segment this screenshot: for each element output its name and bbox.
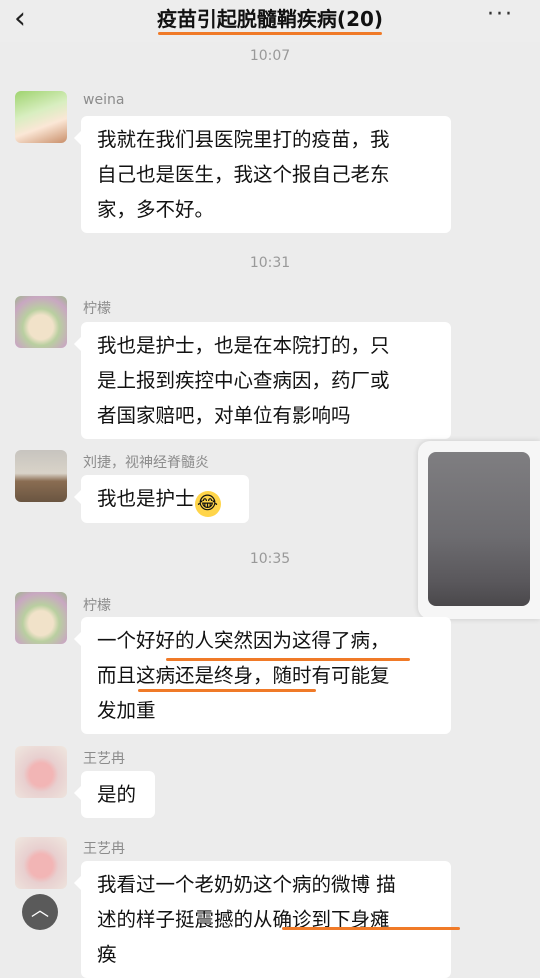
message-line: 自己也是医生，我这个报自己老东 xyxy=(97,163,390,186)
message-bubble[interactable]: 我也是护士 😂 xyxy=(74,475,249,523)
annotation-underline xyxy=(282,927,460,930)
avatar[interactable] xyxy=(15,450,67,502)
chat-header: ‹ 疫苗引起脱髓鞘疾病(20) ··· xyxy=(0,0,540,42)
annotation-underline xyxy=(138,689,316,692)
message-line: 家，多不好。 xyxy=(97,198,215,221)
message-bubble[interactable]: 我也是护士，也是在本院打的，只 是上报到疾控中心查病因，药厂或 者国家赔吧，对单… xyxy=(74,322,451,439)
message-line: 是上报到疾控中心查病因，药厂或 xyxy=(97,369,390,392)
message-line: 者国家赔吧，对单位有影响吗 xyxy=(97,404,351,427)
chat-title: 疫苗引起脱髓鞘疾病(20) xyxy=(156,7,384,31)
arrow-up-icon[interactable]: ︿ xyxy=(22,894,58,930)
message-line: 我看过一个老奶奶这个病的微博 描 xyxy=(97,873,396,896)
title-annotation-underline xyxy=(158,32,382,35)
message-line: 而且这病还是终身，随时有可能复 xyxy=(97,664,390,687)
message-bubble[interactable]: 一个好好的人突然因为这得了病， 而且这病还是终身，随时有可能复 发加重 xyxy=(74,617,451,734)
avatar[interactable] xyxy=(15,592,67,644)
tears-of-joy-emoji-icon: 😂 xyxy=(194,491,221,517)
message-line: 我就在我们县医院里打的疫苗，我 xyxy=(97,128,390,151)
thumbnail-image[interactable] xyxy=(428,452,530,606)
message-line: 我也是护士，也是在本院打的，只 xyxy=(97,334,390,357)
sender-name: 刘捷，视神经脊髓炎 xyxy=(83,455,209,471)
avatar[interactable] xyxy=(15,746,67,798)
timestamp: 10:07 xyxy=(249,48,291,64)
more-dots-icon[interactable]: ··· xyxy=(487,2,514,27)
message-bubble[interactable]: 我看过一个老奶奶这个病的微博 描 述的样子挺震撼的从确诊到下身瘫 痪 xyxy=(74,861,451,978)
timestamp: 10:35 xyxy=(249,551,291,567)
avatar[interactable] xyxy=(15,91,67,143)
sender-name: 柠檬 xyxy=(83,598,111,614)
annotation-underline xyxy=(166,658,410,661)
message-line: 发加重 xyxy=(97,699,156,722)
message-text: 我也是护士 xyxy=(97,487,195,510)
message-line: 是的 xyxy=(97,783,137,806)
video-thumbnail[interactable] xyxy=(418,441,540,619)
avatar[interactable] xyxy=(15,837,67,889)
timestamp: 10:31 xyxy=(249,255,291,271)
message-bubble[interactable]: 我就在我们县医院里打的疫苗，我 自己也是医生，我这个报自己老东 家，多不好。 xyxy=(74,116,451,233)
sender-name: 王艺冉 xyxy=(83,841,125,857)
sender-name: weina xyxy=(83,92,125,108)
message-line: 我也是护士 😂 xyxy=(97,481,233,517)
sender-name: 王艺冉 xyxy=(83,751,125,767)
avatar[interactable] xyxy=(15,296,67,348)
message-line: 一个好好的人突然因为这得了病， xyxy=(97,629,390,652)
message-bubble[interactable]: 是的 xyxy=(74,771,155,818)
message-line: 痪 xyxy=(97,943,117,966)
message-line: 述的样子挺震撼的从确诊到下身瘫 xyxy=(97,908,390,931)
sender-name: 柠檬 xyxy=(83,301,111,317)
